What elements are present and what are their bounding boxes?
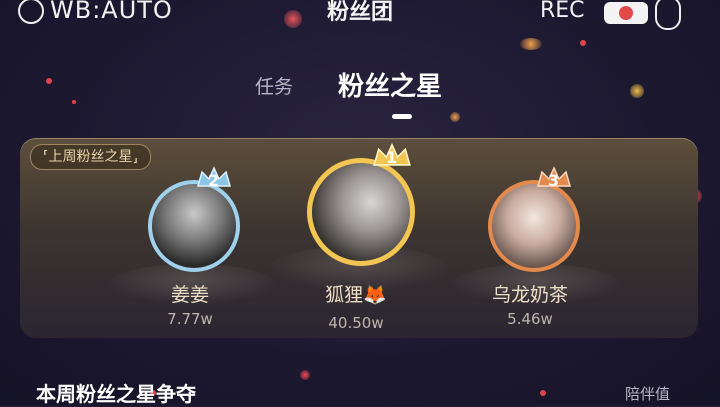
top-bar: WB:AUTO 粉丝团 REC: [0, 0, 720, 36]
avatar-rank-3[interactable]: [488, 180, 580, 272]
avatar-rank-1[interactable]: [307, 158, 415, 266]
rank-2-number: 2: [208, 171, 220, 190]
rec-label: REC: [540, 0, 585, 23]
rank-1-number: 1: [386, 148, 398, 167]
rank-1-name-wrap: 狐狸🦊: [286, 280, 426, 307]
avatar-rank-2[interactable]: [148, 180, 240, 272]
rank-3-number: 3: [548, 171, 560, 190]
tab-bar: 任务 粉丝之星: [0, 66, 720, 119]
fox-emoji-icon: 🦊: [363, 284, 387, 306]
active-tab-indicator: [392, 114, 412, 119]
rank-3-name: 乌龙奶茶: [491, 284, 568, 306]
card-tag: ⸢上周粉丝之星⸥: [30, 144, 151, 170]
camera-switch-icon[interactable]: [655, 0, 681, 30]
rank-2-value: 7.77w: [167, 310, 213, 328]
tab-tasks[interactable]: 任务: [255, 72, 293, 99]
record-button[interactable]: [604, 2, 648, 24]
last-week-fan-star-card: ⸢上周粉丝之星⸥ 2 姜姜 7.77w 1 狐狸🦊 40.50w 3 乌龙奶茶 …: [20, 138, 698, 338]
rank-2-name: 姜姜: [170, 284, 209, 306]
tab-fan-star[interactable]: 粉丝之星: [338, 66, 442, 103]
rank-3-value: 5.46w: [507, 310, 553, 328]
rank-1-name: 狐狸: [325, 284, 364, 306]
card-tag-label: 上周粉丝之星: [48, 149, 133, 165]
rank-1-value: 40.50w: [328, 314, 384, 332]
companion-value-label[interactable]: 陪伴值: [625, 383, 670, 404]
laurel-right-icon: ⸥: [132, 149, 138, 165]
this-week-section-title: 本周粉丝之星争夺: [36, 382, 196, 406]
